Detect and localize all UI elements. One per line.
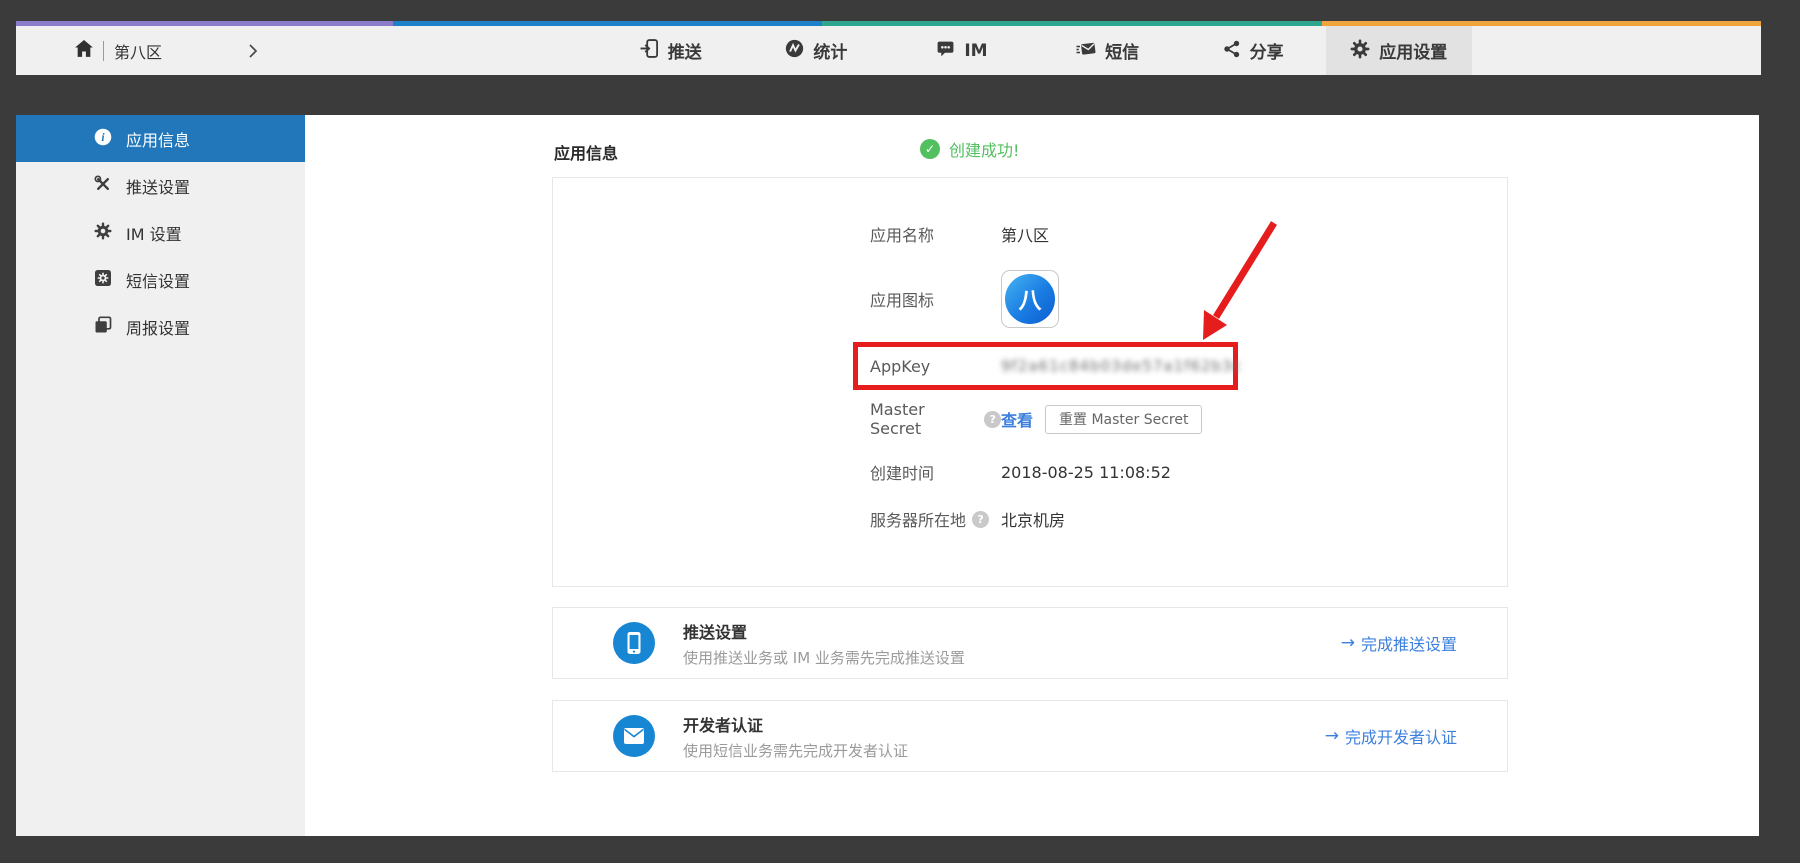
app-icon[interactable]: 八 — [1001, 270, 1059, 328]
appkey-value-redacted: 9f2a61c84b03de57a1f62b3c — [1001, 357, 1242, 375]
content-area: i 应用信息 推送设置 IM 设置 短信设置 周报设置 — [16, 115, 1759, 836]
success-badge: ✓ 创建成功! — [920, 137, 1019, 161]
developer-certification-card: 开发者认证 使用短信业务需先完成开发者认证 → 完成开发者认证 — [552, 700, 1508, 772]
appkey-highlight-box: AppKey 9f2a61c84b03de57a1f62b3c — [853, 342, 1238, 390]
sidebar-item-im-settings[interactable]: IM 设置 — [16, 209, 305, 256]
complete-push-settings-link[interactable]: → 完成推送设置 — [1341, 631, 1457, 655]
sidebar-item-label: 应用信息 — [126, 127, 190, 151]
sidebar-item-label: 周报设置 — [126, 315, 190, 339]
card-title: 推送设置 — [683, 619, 965, 643]
tab-label: 推送 — [668, 38, 702, 63]
check-circle-icon: ✓ — [920, 139, 940, 159]
app-name-label: 应用名称 — [870, 222, 1001, 246]
app-settings-page: { "breadcrumb": { "app_name": "第八区" }, "… — [0, 0, 1800, 863]
app-info-card: 应用名称 第八区 应用图标 八 AppKey 9f2a61c84b03de57a… — [552, 177, 1508, 587]
created-time-label: 创建时间 — [870, 460, 1001, 484]
app-icon-row: 应用图标 八 — [870, 270, 1507, 328]
tab-label: 统计 — [813, 38, 847, 63]
tab-label: 应用设置 — [1379, 38, 1447, 63]
sidebar-item-app-info[interactable]: i 应用信息 — [16, 115, 305, 162]
stats-icon — [785, 39, 804, 62]
master-secret-row: Master Secret ? 查看 重置 Master Secret — [870, 404, 1507, 434]
success-message: 创建成功! — [949, 137, 1019, 161]
share-icon — [1223, 40, 1241, 62]
app-icon-image: 八 — [1005, 274, 1055, 324]
tab-sms[interactable]: 短信 — [1035, 26, 1181, 75]
tab-app-settings[interactable]: 应用设置 — [1326, 26, 1472, 75]
tab-label: 分享 — [1250, 38, 1284, 63]
top-navigation-bar: 第八区 推送 统计 IM 短信 — [16, 21, 1761, 75]
page-title: 应用信息 — [554, 140, 618, 164]
card-description: 使用推送业务或 IM 业务需先完成推送设置 — [683, 647, 965, 668]
help-icon[interactable]: ? — [984, 411, 1001, 428]
complete-developer-certification-link[interactable]: → 完成开发者认证 — [1325, 724, 1457, 748]
breadcrumb: 第八区 — [74, 26, 258, 75]
sidebar-item-label: IM 设置 — [126, 221, 182, 245]
push-settings-card: 推送设置 使用推送业务或 IM 业务需先完成推送设置 → 完成推送设置 — [552, 607, 1508, 679]
tab-share[interactable]: 分享 — [1180, 26, 1326, 75]
gear-icon — [1350, 39, 1370, 63]
push-icon — [640, 39, 659, 62]
server-location-value: 北京机房 — [1001, 507, 1065, 531]
server-location-row: 服务器所在地 ? 北京机房 — [870, 504, 1507, 534]
tab-label: IM — [964, 41, 987, 61]
card-description: 使用短信业务需先完成开发者认证 — [683, 740, 908, 761]
top-tabs: 推送 统计 IM 短信 分享 — [598, 26, 1472, 75]
created-time-row: 创建时间 2018-08-25 11:08:52 — [870, 457, 1507, 487]
info-icon: i — [94, 128, 112, 150]
tab-label: 短信 — [1105, 38, 1139, 63]
settings-sidebar: i 应用信息 推送设置 IM 设置 短信设置 周报设置 — [16, 115, 305, 836]
app-name-row: 应用名称 第八区 — [870, 219, 1507, 249]
sidebar-item-label: 推送设置 — [126, 174, 190, 198]
breadcrumb-app-name[interactable]: 第八区 — [114, 39, 162, 63]
tab-im[interactable]: IM — [889, 26, 1035, 75]
view-master-secret-link[interactable]: 查看 — [1001, 407, 1033, 431]
created-time-value: 2018-08-25 11:08:52 — [1001, 463, 1171, 482]
card-text: 开发者认证 使用短信业务需先完成开发者认证 — [683, 712, 908, 761]
chevron-right-icon[interactable] — [248, 43, 258, 59]
tools-icon — [94, 175, 112, 197]
reset-master-secret-button[interactable]: 重置 Master Secret — [1045, 405, 1202, 434]
help-icon[interactable]: ? — [972, 511, 989, 528]
tab-stats[interactable]: 统计 — [744, 26, 890, 75]
gear-square-icon — [94, 269, 112, 291]
sidebar-item-sms-settings[interactable]: 短信设置 — [16, 256, 305, 303]
tab-push[interactable]: 推送 — [598, 26, 744, 75]
phone-icon — [613, 622, 655, 664]
home-icon[interactable] — [74, 39, 94, 62]
sidebar-item-weekly-report-settings[interactable]: 周报设置 — [16, 303, 305, 350]
appkey-label: AppKey — [870, 357, 1001, 376]
gear-icon — [94, 222, 112, 244]
main-panel: 应用信息 ✓ 创建成功! 应用名称 第八区 应用图标 八 — [305, 115, 1759, 836]
master-secret-label: Master Secret ? — [870, 400, 1001, 438]
chat-bubble-icon — [936, 39, 955, 62]
breadcrumb-divider — [103, 41, 104, 61]
envelope-icon — [613, 715, 655, 757]
app-icon-label: 应用图标 — [870, 287, 1001, 311]
sidebar-item-push-settings[interactable]: 推送设置 — [16, 162, 305, 209]
arrow-right-icon: → — [1341, 633, 1355, 653]
card-title: 开发者认证 — [683, 712, 908, 736]
server-location-label: 服务器所在地 ? — [870, 507, 1001, 531]
sidebar-item-label: 短信设置 — [126, 268, 190, 292]
sms-icon — [1076, 39, 1096, 62]
card-text: 推送设置 使用推送业务或 IM 业务需先完成推送设置 — [683, 619, 965, 668]
pages-icon — [94, 316, 112, 338]
app-name-value: 第八区 — [1001, 222, 1049, 246]
arrow-right-icon: → — [1325, 726, 1339, 746]
